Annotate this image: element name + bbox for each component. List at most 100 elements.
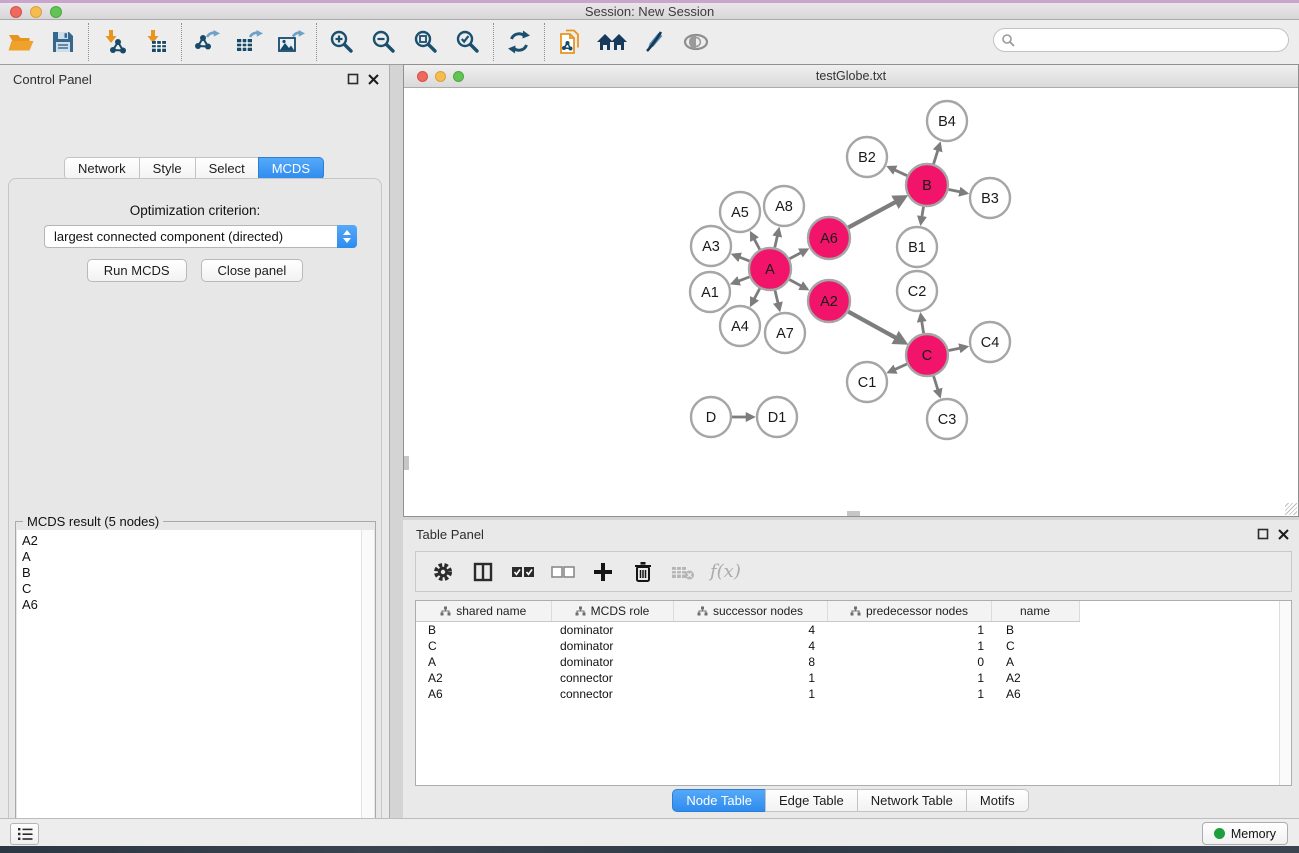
table-cell[interactable]: C: [416, 638, 551, 654]
table-cell[interactable]: B: [416, 622, 551, 639]
table-row[interactable]: A2connector11A2: [416, 670, 1291, 686]
float-panel-icon[interactable]: [1257, 528, 1269, 540]
task-history-button[interactable]: [10, 823, 39, 845]
export-network-icon[interactable]: [186, 24, 228, 60]
table-cell[interactable]: 4: [673, 638, 827, 654]
refresh-icon[interactable]: [498, 24, 540, 60]
table-cell[interactable]: 1: [827, 670, 991, 686]
graph-edge-A-A7[interactable]: [775, 290, 778, 303]
graph-edge-A-A6[interactable]: [789, 253, 801, 259]
table-vertical-scrollbar[interactable]: [1279, 601, 1291, 785]
delete-column-trash-icon[interactable]: [630, 559, 656, 585]
table-cell[interactable]: 1: [827, 622, 991, 639]
hide-annotations-icon[interactable]: [633, 24, 675, 60]
mcds-result-item[interactable]: A2: [22, 533, 362, 549]
table-cell[interactable]: A2: [991, 670, 1079, 686]
close-panel-icon[interactable]: [1278, 529, 1289, 540]
graph-edge-C-C2[interactable]: [922, 321, 924, 333]
tab-network-table[interactable]: Network Table: [857, 789, 967, 812]
zoom-selected-icon[interactable]: [447, 24, 489, 60]
run-mcds-button[interactable]: Run MCDS: [87, 259, 187, 282]
table-cell[interactable]: 1: [673, 686, 827, 702]
graph-edge-B-B1[interactable]: [922, 207, 924, 217]
table-cell[interactable]: A2: [416, 670, 551, 686]
graph-edge-B-B4[interactable]: [934, 150, 938, 164]
table-cell[interactable]: C: [991, 638, 1079, 654]
graph-edge-B-B2[interactable]: [894, 170, 907, 176]
table-cell[interactable]: 4: [673, 622, 827, 639]
import-table-icon[interactable]: [135, 24, 177, 60]
tab-network[interactable]: Network: [64, 157, 140, 180]
select-columns-icon[interactable]: [470, 559, 496, 585]
mcds-result-item[interactable]: A6: [22, 597, 362, 613]
mcds-result-item[interactable]: A: [22, 549, 362, 565]
table-cell[interactable]: dominator: [551, 638, 673, 654]
table-row[interactable]: Cdominator41C: [416, 638, 1291, 654]
table-cell[interactable]: connector: [551, 670, 673, 686]
graph-edge-A-A5[interactable]: [754, 239, 760, 250]
deselect-all-rows-icon[interactable]: [550, 559, 576, 585]
create-column-icon[interactable]: [590, 559, 616, 585]
column-header-predecessor-nodes[interactable]: predecessor nodes: [827, 601, 991, 622]
mcds-result-item[interactable]: C: [22, 581, 362, 597]
select-all-rows-icon[interactable]: [510, 559, 536, 585]
canvas-vertical-scroll-thumb[interactable]: [404, 456, 409, 470]
export-image-icon[interactable]: [270, 24, 312, 60]
graph-edge-A6-B[interactable]: [848, 202, 896, 228]
graph-edge-B-B3[interactable]: [949, 189, 961, 191]
column-header-shared-name[interactable]: shared name: [416, 601, 551, 622]
table-cell[interactable]: dominator: [551, 622, 673, 639]
network-from-file-icon[interactable]: [549, 24, 591, 60]
network-canvas[interactable]: B4B2BB3A8A5A6A3B1AA1C2A2A4A7C4CC1C3DD1: [404, 88, 1298, 516]
graph-edge-A-A1[interactable]: [738, 277, 749, 281]
table-cell[interactable]: A: [416, 654, 551, 670]
table-row[interactable]: Bdominator41B: [416, 622, 1291, 639]
graph-edge-C-C1[interactable]: [895, 364, 907, 370]
graph-edge-A-A4[interactable]: [754, 288, 760, 299]
column-header-name[interactable]: name: [991, 601, 1079, 622]
table-cell[interactable]: A6: [416, 686, 551, 702]
table-row[interactable]: A6connector11A6: [416, 686, 1291, 702]
search-input[interactable]: [993, 28, 1289, 52]
table-cell[interactable]: B: [991, 622, 1079, 639]
table-cell[interactable]: dominator: [551, 654, 673, 670]
table-row[interactable]: Adominator80A: [416, 654, 1291, 670]
table-cell[interactable]: 1: [673, 670, 827, 686]
zoom-fit-icon[interactable]: [405, 24, 447, 60]
table-cell[interactable]: A: [991, 654, 1079, 670]
graph-edge-C-C4[interactable]: [949, 348, 961, 350]
tab-style[interactable]: Style: [139, 157, 196, 180]
tab-motifs[interactable]: Motifs: [966, 789, 1029, 812]
table-cell[interactable]: A6: [991, 686, 1079, 702]
table-cell[interactable]: 1: [827, 686, 991, 702]
memory-button[interactable]: Memory: [1202, 822, 1288, 845]
column-header-successor-nodes[interactable]: successor nodes: [673, 601, 827, 622]
tab-select[interactable]: Select: [195, 157, 259, 180]
table-cell[interactable]: 0: [827, 654, 991, 670]
tab-edge-table[interactable]: Edge Table: [765, 789, 858, 812]
save-session-icon[interactable]: [42, 24, 84, 60]
graph-edge-A-A8[interactable]: [775, 236, 778, 248]
optimization-criterion-dropdown[interactable]: largest connected component (directed): [44, 225, 357, 248]
table-cell[interactable]: 8: [673, 654, 827, 670]
show-hide-graphics-icon[interactable]: [675, 24, 717, 60]
table-settings-gear-icon[interactable]: [430, 559, 456, 585]
import-network-icon[interactable]: [93, 24, 135, 60]
close-panel-icon[interactable]: [368, 74, 379, 85]
column-header-mcds-role[interactable]: MCDS role: [551, 601, 673, 622]
graph-edge-A2-C[interactable]: [848, 312, 896, 339]
table-cell[interactable]: connector: [551, 686, 673, 702]
float-panel-icon[interactable]: [347, 73, 359, 85]
graph-edge-C-C3[interactable]: [934, 376, 938, 390]
zoom-out-icon[interactable]: [363, 24, 405, 60]
result-list-scrollbar[interactable]: [361, 530, 374, 853]
home-icon[interactable]: [591, 24, 633, 60]
tab-node-table[interactable]: Node Table: [672, 789, 766, 812]
graph-edge-A-A2[interactable]: [789, 279, 801, 286]
graph-edge-A-A3[interactable]: [739, 257, 749, 261]
zoom-in-icon[interactable]: [321, 24, 363, 60]
open-session-icon[interactable]: [0, 24, 42, 60]
mcds-result-item[interactable]: B: [22, 565, 362, 581]
canvas-horizontal-scroll-thumb[interactable]: [847, 511, 860, 516]
window-resize-grip[interactable]: [1285, 503, 1297, 515]
